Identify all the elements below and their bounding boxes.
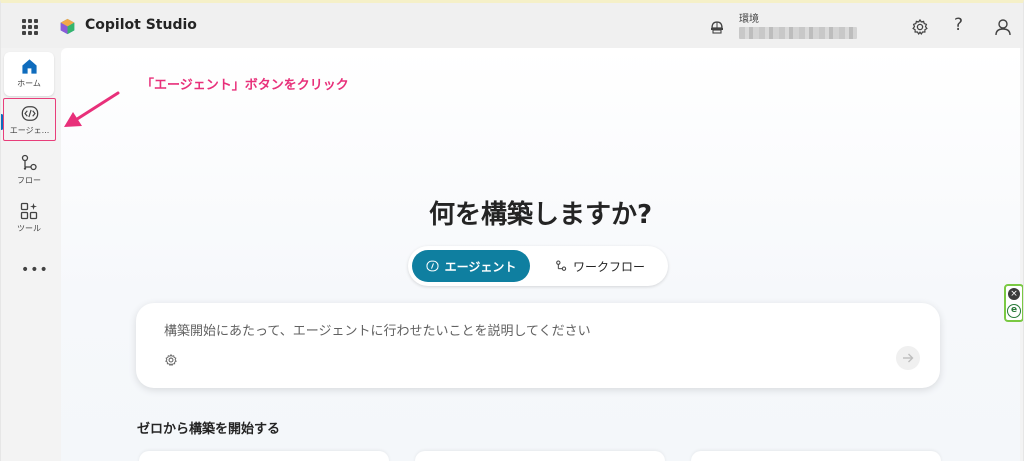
prompt-settings-gear-icon[interactable] [164, 353, 178, 367]
nav-item-agents[interactable]: エージェ... [3, 98, 56, 141]
left-navigation: ホーム エージェ... フロー ツール ••• [0, 48, 59, 461]
nav-label-tools: ツール [17, 224, 41, 233]
prompt-placeholder: 構築開始にあたって、エージェントに行わせたいことを説明してください [164, 324, 591, 339]
nav-item-home[interactable]: ホーム [4, 52, 54, 96]
toggle-agent-label: エージェント [444, 259, 517, 274]
settings-gear-icon[interactable] [910, 17, 930, 37]
annotation-text: 「エージェント」ボタンをクリック [141, 78, 349, 93]
environment-label: 環境 [739, 14, 759, 25]
app-launcher-icon[interactable] [22, 19, 38, 35]
floating-extension-widget[interactable]: × e [1004, 284, 1024, 322]
tools-icon [20, 202, 38, 220]
account-icon[interactable] [993, 17, 1013, 37]
section-title: ゼロから構築を開始する [137, 422, 281, 437]
nav-label-agents: エージェ... [9, 126, 50, 135]
toggle-agent-button[interactable]: エージェント [412, 250, 530, 282]
flow-icon [556, 260, 567, 271]
copilot-studio-logo [60, 18, 75, 35]
top-header: Copilot Studio 環境 ? [0, 3, 1024, 48]
nav-label-flows: フロー [17, 176, 41, 185]
annotation-arrow-icon [64, 91, 120, 127]
nav-item-flows[interactable]: フロー [4, 148, 54, 192]
agent-icon [21, 106, 38, 121]
arrow-right-icon [903, 353, 914, 363]
send-button[interactable] [896, 346, 920, 370]
template-card[interactable] [139, 451, 389, 461]
home-icon [21, 59, 37, 74]
environment-value-redacted[interactable] [739, 27, 857, 39]
toggle-workflow-label: ワークフロー [572, 259, 645, 274]
nav-item-tools[interactable]: ツール [4, 196, 54, 240]
close-icon[interactable]: × [1008, 288, 1020, 300]
main-content: 「エージェント」ボタンをクリック 何を構築しますか? エージェント ワークフロー… [61, 48, 1020, 461]
template-card[interactable] [415, 451, 665, 461]
more-icon[interactable]: ••• [21, 262, 49, 278]
nav-label-home: ホーム [17, 79, 41, 88]
toggle-workflow-button[interactable]: ワークフロー [538, 250, 662, 282]
app-title: Copilot Studio [85, 17, 197, 33]
environment-icon[interactable] [709, 19, 725, 35]
mode-toggle: エージェント ワークフロー [408, 246, 668, 286]
agent-icon [426, 260, 439, 272]
page-headline: 何を構築しますか? [428, 200, 653, 230]
flow-icon [21, 154, 37, 171]
extension-e-icon[interactable]: e [1007, 304, 1021, 318]
help-icon[interactable]: ? [954, 15, 963, 35]
template-card[interactable] [691, 451, 941, 461]
prompt-input-box[interactable]: 構築開始にあたって、エージェントに行わせたいことを説明してください [136, 303, 940, 388]
